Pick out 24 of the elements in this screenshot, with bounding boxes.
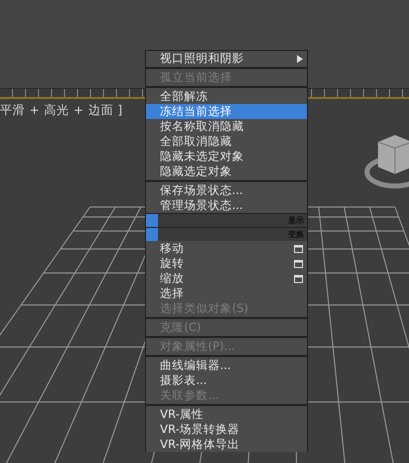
window-icon[interactable] [294, 260, 303, 268]
submenu-arrow-icon [297, 54, 303, 62]
menu-item[interactable]: VR-场景转换器 [146, 422, 307, 437]
menu-item[interactable]: VR-属性 [146, 407, 307, 422]
menu-item[interactable]: 移动 [146, 241, 307, 256]
window-icon[interactable] [294, 244, 303, 252]
menu-item[interactable]: 全部解冻 [146, 89, 307, 104]
window-icon[interactable] [294, 274, 303, 282]
menu-item[interactable]: 摄影表... [146, 373, 307, 388]
menu-item[interactable]: 隐藏选定对象 [146, 164, 307, 179]
menu-item[interactable]: 缩放 [146, 271, 307, 286]
menu-item[interactable]: 按名称取消隐藏 [146, 119, 307, 134]
view-cube-icon[interactable] [364, 135, 409, 188]
menu-item[interactable]: 曲线编辑器... [146, 358, 307, 373]
menu-item[interactable]: 保存场景状态... [146, 183, 307, 198]
menu-item[interactable]: 全部取消隐藏 [146, 134, 307, 149]
menu-item[interactable]: 视口照明和阴影 [146, 51, 307, 66]
menu-item[interactable]: 管理场景状态... [146, 198, 307, 213]
menu-item[interactable]: VR-网格体导出 [146, 437, 307, 452]
menu-item[interactable]: 旋转 [146, 256, 307, 271]
viewport-label[interactable]: 平滑 + 高光 + 边面 ] [0, 99, 123, 119]
menu-item[interactable]: 隐藏未选定对象 [146, 149, 307, 164]
menu-item[interactable]: 选择 [146, 286, 307, 301]
menu-item[interactable]: 冻结当前选择 [146, 104, 307, 119]
